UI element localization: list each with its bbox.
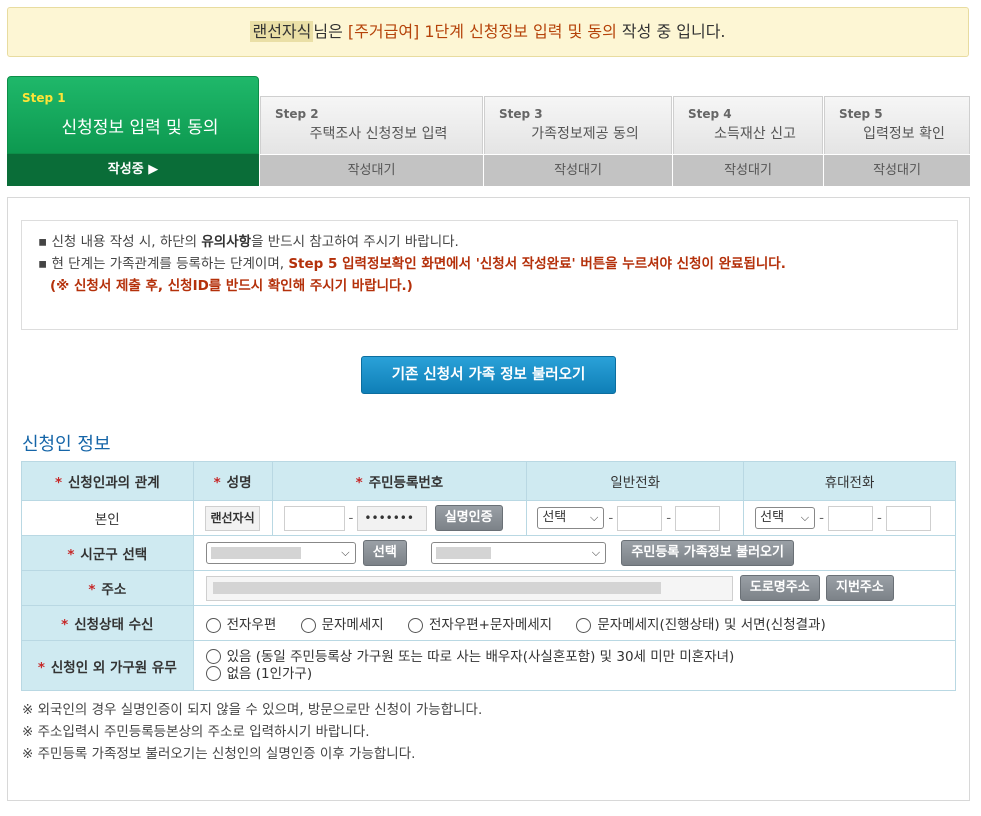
phone-area-select[interactable]: 선택 ⌵ [537,507,605,529]
step-3-num: Step 3 [499,107,543,121]
section-title: 신청인 정보 [22,434,111,455]
header-name: * 성명 [192,461,273,501]
banner-tail: 작성 중 입니다. [621,22,726,41]
header-rrn: * 주민등록번호 [271,461,528,501]
step-2-title: 주택조사 신청정보 입력 [309,126,448,142]
region-label: * 시군구 선택 [21,535,194,571]
step-4: Step 4 소득재산 신고 작성대기 [673,96,823,186]
step-4-status: 작성대기 [673,154,823,186]
step-1-status: 작성중 ▶ [7,154,259,186]
chevron-down-icon: ⌵ [341,546,350,559]
header-phone: 일반전화 [526,461,745,501]
radio-email-sms[interactable]: 전자우편+문자메세지 [407,613,552,633]
step-progress: Step 1 신청정보 입력 및 동의 작성중 ▶ Step 2 주택조사 신청… [7,76,970,186]
mobile-mid-input[interactable] [828,505,874,531]
radio-household-yes[interactable]: 있음 (동일 주민등록상 가구원 또는 따로 사는 배우자(사실혼포함) 및 3… [205,649,949,666]
relation-cell: 본인 [21,500,194,536]
chevron-down-icon: ⌵ [800,511,810,524]
notice-line-3: (※ 신청서 제출 후, 신청ID를 반드시 확인해 주시기 바랍니다.) [50,278,413,294]
status-receive-row: * 신청상태 수신 전자우편 문자메세지 전자우편+문자메세지 문자메세지(진행상… [21,605,957,641]
footnote-2: ※ 주소입력시 주민등록등본상의 주소로 입력하시기 바랍니다. [22,724,370,740]
radio-sms-mail[interactable]: 문자메세지(진행상태) 및 서면(신청결과) [576,613,826,633]
step-2: Step 2 주택조사 신청정보 입력 작성대기 [260,96,483,186]
sigungu-select[interactable]: ⌵ [431,542,607,564]
rrn-back-input[interactable]: ••••••• [357,505,428,531]
step-5-title: 입력정보 확인 [863,126,945,142]
step-3: Step 3 가족정보제공 동의 작성대기 [484,96,672,186]
step-1: Step 1 신청정보 입력 및 동의 작성중 ▶ [7,76,259,186]
phone-mid-input[interactable] [617,505,663,531]
region-row: * 시군구 선택 ⌵ 선택 ⌵ 주민등록 가족정보 불러오기 [21,535,957,571]
notice-line-1-emph: 유의사항 [201,234,252,250]
address-row: * 주소 도로명주소 지번주소 [21,570,957,606]
notice-line-2: ▪ 현 단계는 가족관계를 등록하는 단계이며, Step 5 입력정보확인 화… [38,253,943,275]
radio-email[interactable]: 전자우편 [205,613,276,633]
step-5-status: 작성대기 [824,154,970,186]
chevron-down-icon: ⌵ [589,511,599,524]
status-banner: 랜선자식 님은 [주거급여] 1단계 신청정보 입력 및 동의 작성 중 입니다. [7,7,969,57]
table-header-row: * 신청인과의 관계 * 성명 * 주민등록번호 일반전화 휴대전화 [21,461,956,501]
step-5-num: Step 5 [839,107,883,121]
step-4-num: Step 4 [688,107,732,121]
notice-box: ▪ 신청 내용 작성 시, 하단의 유의사항을 반드시 참고하여 주시기 바랍니… [21,220,958,330]
radio-household-no[interactable]: 없음 (1인가구) [205,666,949,683]
region-select-button[interactable]: 선택 [362,540,407,566]
notice-line-1-c: 을 반드시 참고하여 주시기 바랍니다. [251,234,459,250]
step-1-title: 신청정보 입력 및 동의 [61,118,219,138]
applicant-info-table: * 신청인과의 관계 * 성명 * 주민등록번호 일반전화 휴대전화 본인 랜선자식 … [21,461,957,691]
load-previous-family-button[interactable]: 기존 신청서 가족 정보 불러오기 [361,356,616,394]
notice-line-1: ▪ 신청 내용 작성 시, 하단의 유의사항을 반드시 참고하여 주시기 바랍니… [38,231,943,253]
footnote-3: ※ 주민등록 가족정보 불러오기는 신청인의 실명인증 이후 가능합니다. [22,746,416,762]
notice-line-2-emph: Step 5 입력정보확인 화면에서 '신청서 작성완료' 버튼을 누르셔야 신… [288,256,786,272]
step-5: Step 5 입력정보 확인 작성대기 [824,96,970,186]
radio-sms[interactable]: 문자메세지 [300,613,384,633]
phone-last-input[interactable] [675,505,721,531]
address-label: * 주소 [21,570,194,606]
status-receive-label: * 신청상태 수신 [21,605,194,641]
sido-select[interactable]: ⌵ [205,542,356,564]
step-2-num: Step 2 [275,107,319,121]
step-4-title: 소득재산 신고 [714,126,796,142]
footnotes: ※ 외국인의 경우 실명인증이 되지 않을 수 있으며, 방문으로만 신청이 가… [22,699,482,765]
real-name-verify-button[interactable]: 실명인증 [434,505,503,531]
road-address-button[interactable]: 도로명주소 [739,575,820,601]
mobile-prefix-select[interactable]: 선택 ⌵ [755,507,816,529]
notice-line-2-a: ▪ 현 단계는 가족관계를 등록하는 단계이며, [38,256,289,272]
table-row: 본인 랜선자식 - ••••••• 실명인증 선택 ⌵ - - 선택 ⌵ - - [21,500,956,536]
mobile-last-input[interactable] [885,505,931,531]
notice-line-1-a: ▪ 신청 내용 작성 시, 하단의 [38,234,202,250]
address-input[interactable] [205,575,733,601]
banner-suffix: 님은 [313,22,343,41]
header-relation: * 신청인과의 관계 [21,461,194,501]
step-1-num: Step 1 [22,91,66,105]
lot-address-button[interactable]: 지번주소 [826,575,894,601]
name-field[interactable]: 랜선자식 [205,505,260,531]
step-2-status: 작성대기 [260,154,483,186]
step-3-title: 가족정보제공 동의 [531,126,639,142]
rrn-front-input[interactable] [283,505,345,531]
household-label: * 신청인 외 가구원 유무 [21,640,194,691]
chevron-down-icon: ⌵ [591,546,601,559]
step-3-status: 작성대기 [484,154,672,186]
header-mobile: 휴대전화 [743,461,956,501]
footnote-1: ※ 외국인의 경우 실명인증이 되지 않을 수 있으며, 방문으로만 신청이 가… [22,702,483,718]
load-family-button[interactable]: 주민등록 가족정보 불러오기 [621,540,794,566]
household-row: * 신청인 외 가구원 유무 있음 (동일 주민등록상 가구원 또는 따로 사는 … [21,640,957,691]
banner-highlight: [주거급여] 1단계 신청정보 입력 및 동의 [347,22,617,41]
banner-username: 랜선자식 [250,21,314,42]
